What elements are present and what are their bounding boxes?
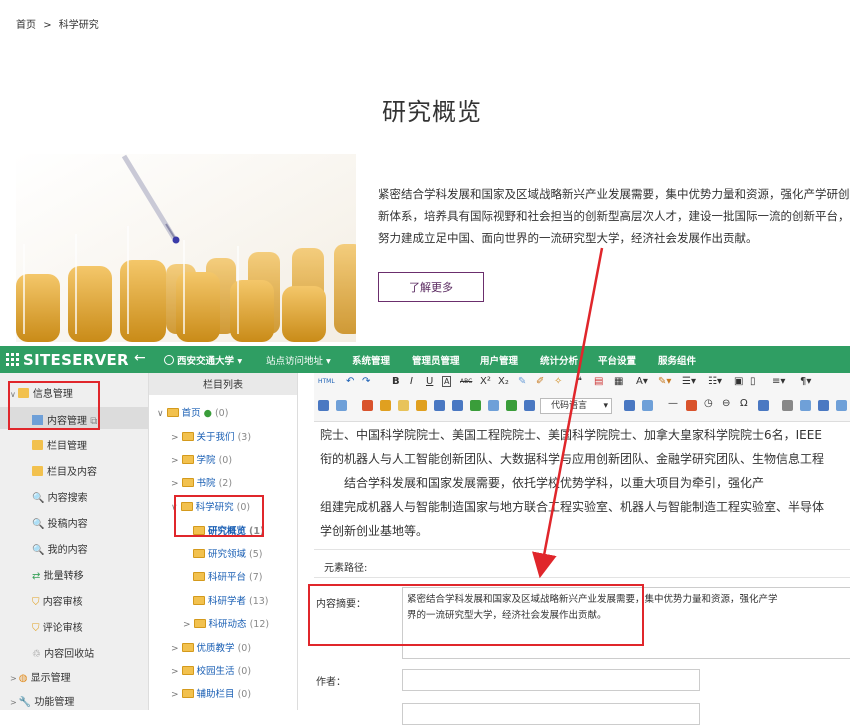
annotation-arrow [532, 247, 604, 579]
